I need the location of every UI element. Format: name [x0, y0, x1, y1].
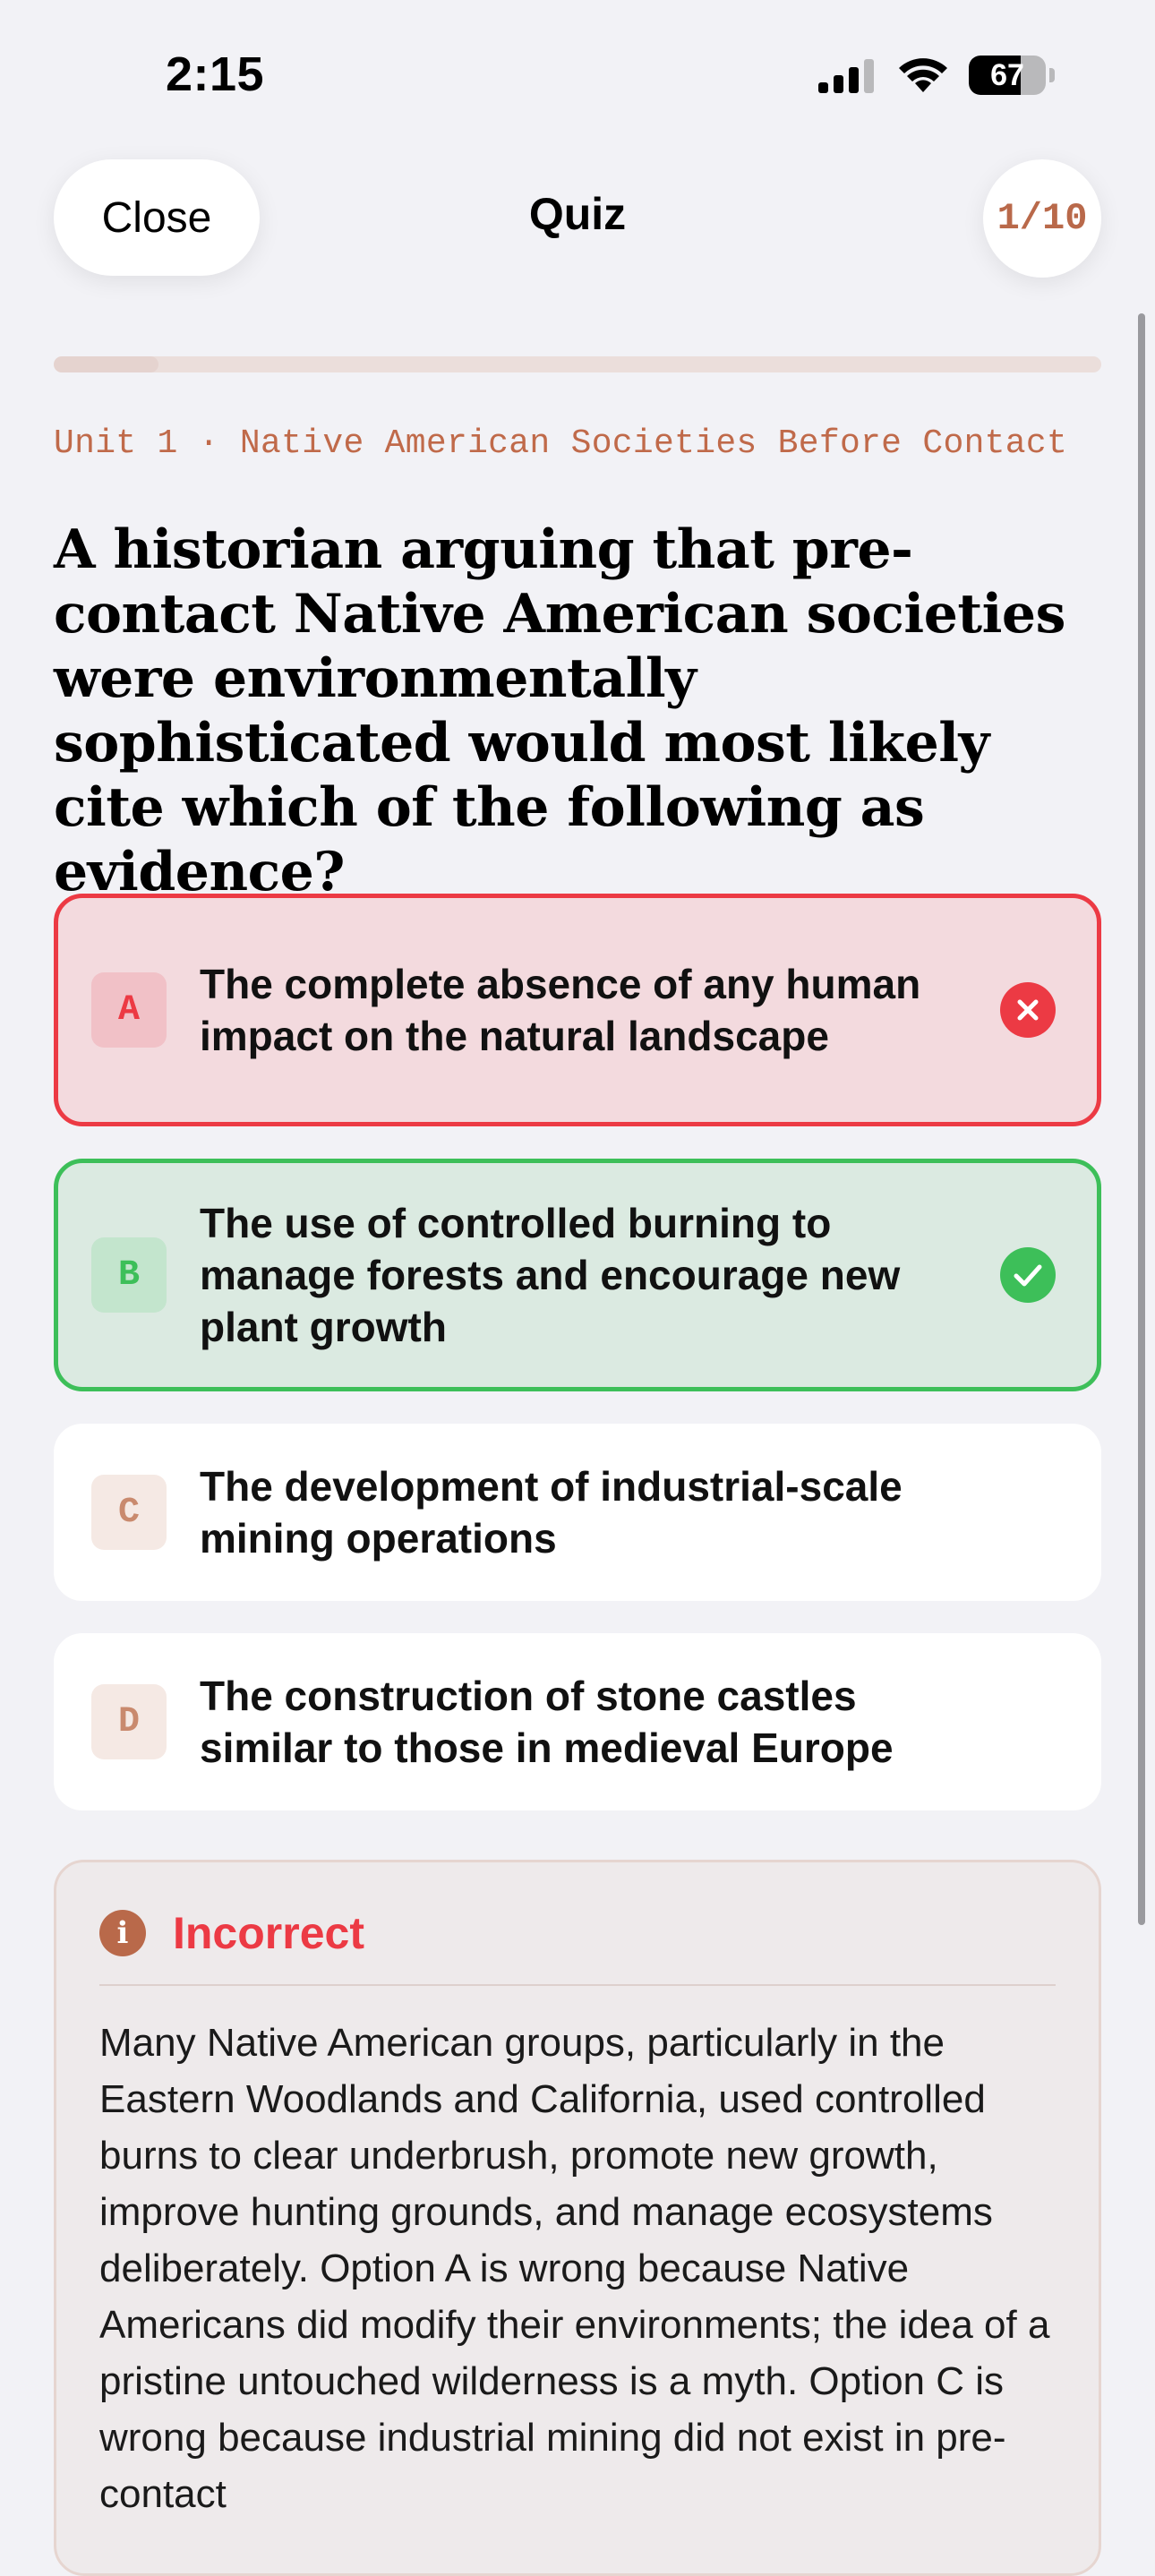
x-circle-icon [1000, 982, 1056, 1038]
option-text: The use of controlled burning to manage … [200, 1200, 901, 1350]
page-title: Quiz [528, 189, 627, 239]
status-icons: 67 [818, 56, 1055, 95]
wifi-icon [899, 58, 947, 92]
option-text: The construction of stone castles simila… [200, 1673, 894, 1771]
answer-options: A The complete absence of any human impa… [54, 894, 1101, 1843]
answer-option-c[interactable]: C The development of industrial-scale mi… [54, 1424, 1101, 1601]
battery-nub [1049, 68, 1055, 82]
divider [99, 1984, 1056, 1986]
info-icon: i [99, 1910, 146, 1956]
checkmark-circle-icon [1000, 1247, 1056, 1303]
feedback-explanation: Many Native American groups, particularl… [99, 2021, 1050, 2516]
answer-option-a[interactable]: A The complete absence of any human impa… [54, 894, 1101, 1126]
feedback-card: i Incorrect Many Native American groups,… [54, 1860, 1101, 2576]
question-text: A historian arguing that pre-contact Nat… [54, 518, 1065, 903]
answer-option-d[interactable]: D The construction of stone castles simi… [54, 1633, 1101, 1810]
quiz-progress-fill [54, 356, 158, 372]
unit-label: Unit 1 · Native American Societies Befor… [54, 424, 1068, 463]
option-letter-badge: D [91, 1684, 167, 1759]
cellular-signal-icon [818, 59, 874, 93]
feedback-title: Incorrect [173, 1908, 364, 1958]
battery-percent: 67 [990, 57, 1024, 92]
option-text: The development of industrial-scale mini… [200, 1463, 903, 1562]
option-letter-badge: C [91, 1475, 167, 1550]
quiz-progress-bar [54, 356, 1101, 372]
feedback-header: i Incorrect [99, 1907, 364, 1959]
question-counter: 1/10 [983, 159, 1101, 278]
scrollbar[interactable] [1138, 313, 1145, 1925]
option-text: The complete absence of any human impact… [200, 961, 921, 1059]
status-time: 2:15 [166, 47, 265, 101]
battery-icon: 67 [969, 56, 1046, 95]
answer-option-b[interactable]: B The use of controlled burning to manag… [54, 1159, 1101, 1391]
option-letter-badge: A [91, 972, 167, 1048]
option-letter-badge: B [91, 1237, 167, 1313]
status-bar: 2:15 67 [0, 0, 1155, 152]
